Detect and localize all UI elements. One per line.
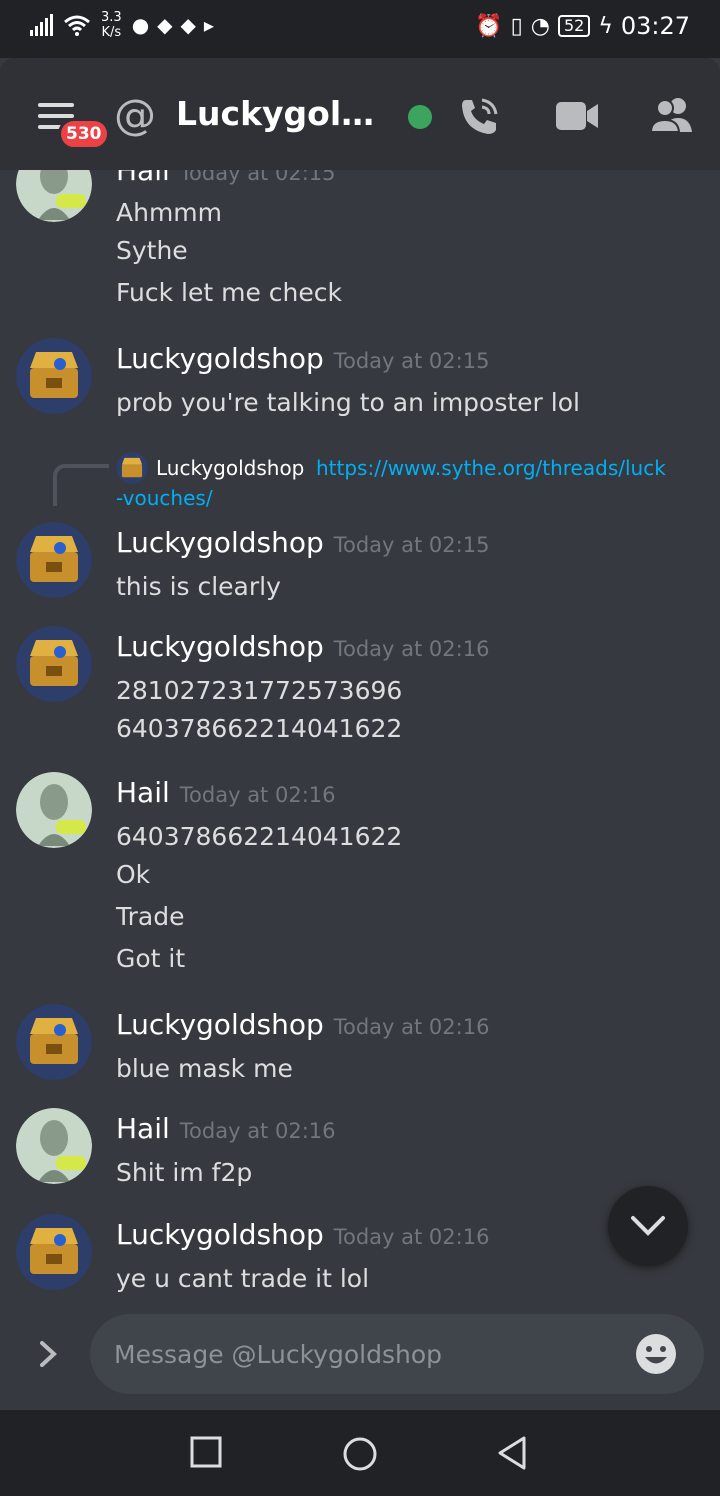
message-timestamp: Today at 02:16 (179, 783, 336, 807)
reply-author[interactable]: Luckygoldshop (156, 456, 304, 480)
message-text: 640378662214041622 (116, 714, 403, 743)
chevron-down-icon (631, 1216, 665, 1236)
emoji-smile-icon[interactable] (634, 1332, 678, 1376)
discord-notification-icon: ◆ (157, 13, 173, 37)
checkbox-notification-icon: ▸ (203, 13, 214, 37)
back-icon[interactable] (496, 1436, 528, 1470)
message-text: 281027231772573696 (116, 676, 403, 705)
message-author[interactable]: Luckygoldshop Today at 02:16 (116, 1218, 489, 1251)
charging-icon: ϟ (598, 13, 613, 39)
home-icon[interactable] (342, 1436, 378, 1472)
message-text: prob you're talking to an imposter lol (116, 388, 580, 417)
messenger-icon: ● (131, 13, 150, 37)
video-camera-icon[interactable] (555, 100, 599, 132)
message-text: Ahmmm (116, 198, 223, 227)
discord-notification-icon: ◆ (180, 13, 196, 37)
avatar-hail[interactable] (16, 170, 92, 222)
message-input-container (90, 1314, 704, 1394)
message-timestamp: Today at 02:16 (333, 1225, 490, 1249)
message-author[interactable]: Hail Today at 02:16 (116, 776, 336, 809)
message-text: this is clearly (116, 572, 281, 601)
clock: 03:27 (620, 12, 690, 40)
avatar-hail[interactable] (16, 1108, 92, 1184)
network-speed: 3.3 K/s (101, 10, 122, 40)
chevron-right-icon[interactable] (38, 1340, 58, 1368)
online-status-indicator (408, 105, 432, 129)
message-input[interactable] (114, 1334, 614, 1374)
status-bar: 3.3 K/s ● ◆ ◆ ▸ ⏰ ▯ ◔ 52 ϟ 03:27 (0, 0, 720, 58)
avatar-luckygoldshop[interactable] (16, 1004, 92, 1080)
message-text: 640378662214041622 (116, 822, 403, 851)
unread-badge: 530 (58, 118, 110, 150)
channel-header: 530 @ Luckygol… (0, 58, 720, 170)
message-text: blue mask me (116, 1054, 293, 1083)
reply-connector (53, 464, 109, 506)
recent-apps-icon[interactable] (190, 1436, 222, 1468)
message-text: Ok (116, 860, 151, 889)
message-list[interactable]: Hail Today at 02:15 Ahmmm Sythe Fuck let … (0, 170, 720, 1306)
reply-avatar (116, 452, 148, 484)
message-author[interactable]: Hail Today at 02:16 (116, 1112, 336, 1145)
battery-indicator: 52 (557, 15, 591, 37)
speed-icon: ◔ (530, 13, 550, 39)
message-author[interactable]: Luckygoldshop Today at 02:15 (116, 342, 489, 375)
wifi-icon (64, 15, 90, 36)
message-author[interactable]: Luckygoldshop Today at 02:15 (116, 526, 489, 559)
avatar-luckygoldshop[interactable] (16, 338, 92, 414)
message-text: Shit im f2p (116, 1158, 253, 1187)
message-author[interactable]: Hail Today at 02:15 (116, 170, 336, 187)
message-composer (0, 1306, 720, 1410)
vibrate-icon: ▯ (510, 13, 523, 39)
avatar-luckygoldshop[interactable] (16, 1214, 92, 1290)
avatar-hail[interactable] (16, 772, 92, 848)
message-text: Trade (116, 902, 185, 931)
message-timestamp: Today at 02:15 (333, 533, 490, 557)
page-title[interactable]: Luckygol… (176, 94, 374, 133)
alarm-icon: ⏰ (475, 13, 503, 39)
message-timestamp: Today at 02:16 (179, 1119, 336, 1143)
phone-call-icon[interactable] (458, 96, 500, 138)
message-text: Fuck let me check (116, 278, 342, 307)
message-timestamp: Today at 02:15 (333, 349, 490, 373)
members-icon[interactable] (650, 96, 694, 134)
reply-link[interactable]: https://www.sythe.org/threads/luck (316, 456, 666, 480)
message-author[interactable]: Luckygoldshop Today at 02:16 (116, 1008, 489, 1041)
message-timestamp: Today at 02:16 (333, 1015, 490, 1039)
avatar-luckygoldshop[interactable] (16, 626, 92, 702)
avatar-luckygoldshop[interactable] (16, 522, 92, 598)
message-text: Sythe (116, 236, 188, 265)
system-navigation-bar (0, 1410, 720, 1496)
signal-icon (30, 14, 53, 36)
message-text: Got it (116, 944, 186, 973)
scroll-to-bottom-button[interactable] (608, 1186, 688, 1266)
at-sign-icon: @ (114, 90, 156, 139)
message-text: ye u cant trade it lol (116, 1264, 370, 1293)
reply-link[interactable]: -vouches/ (116, 486, 213, 510)
message-author[interactable]: Luckygoldshop Today at 02:16 (116, 630, 489, 663)
message-timestamp: Today at 02:16 (333, 637, 490, 661)
message-timestamp: Today at 02:15 (179, 170, 336, 185)
